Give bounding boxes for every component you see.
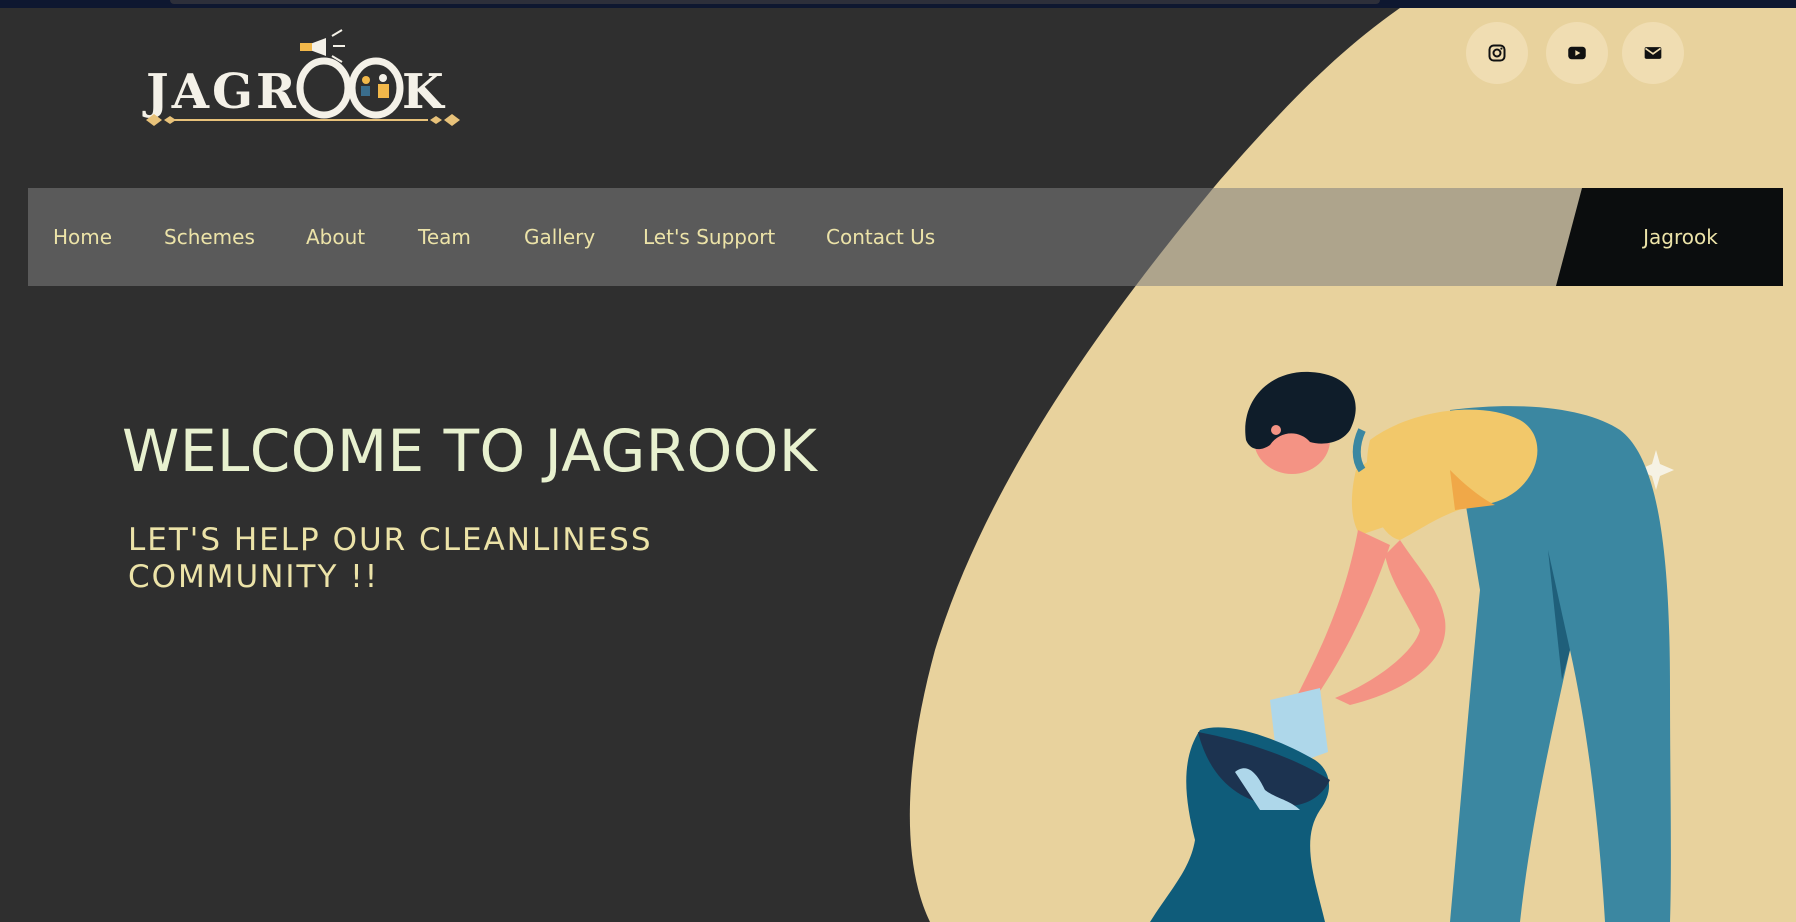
nav-contact-us[interactable]: Contact Us bbox=[826, 188, 935, 286]
nav-brand-tab[interactable]: Jagrook bbox=[1556, 188, 1783, 286]
instagram-icon bbox=[1488, 44, 1506, 62]
hero-tagline: LET'S HELP OUR CLEANLINESS COMMUNITY !! bbox=[128, 522, 768, 596]
envelope-icon bbox=[1644, 47, 1662, 59]
instagram-button[interactable] bbox=[1466, 22, 1528, 84]
email-button[interactable] bbox=[1622, 22, 1684, 84]
hero-title: WELCOME TO JAGROOK bbox=[122, 416, 818, 485]
hero-tagline-line1: LET'S HELP OUR CLEANLINESS bbox=[128, 522, 653, 558]
worker-icon bbox=[361, 74, 389, 98]
svg-text:K: K bbox=[402, 64, 446, 120]
nav-about[interactable]: About bbox=[306, 188, 365, 286]
nav-schemes[interactable]: Schemes bbox=[164, 188, 255, 286]
svg-text:JAGR: JAGR bbox=[142, 64, 299, 120]
nav-team[interactable]: Team bbox=[418, 188, 471, 286]
youtube-icon bbox=[1568, 46, 1586, 60]
logo-graphic: JAGR K bbox=[142, 29, 460, 126]
nav-gallery[interactable]: Gallery bbox=[524, 188, 595, 286]
nav-brand-label: Jagrook bbox=[1643, 225, 1718, 249]
nav-lets-support[interactable]: Let's Support bbox=[643, 188, 775, 286]
hero-tagline-line2: COMMUNITY !! bbox=[128, 559, 380, 595]
megaphone-icon bbox=[300, 29, 345, 63]
cleaning-person-illustration bbox=[1150, 371, 1674, 922]
youtube-button[interactable] bbox=[1546, 22, 1608, 84]
main-navigation: Home Schemes About Team Gallery Let's Su… bbox=[28, 188, 1783, 286]
nav-home[interactable]: Home bbox=[53, 188, 112, 286]
site-logo[interactable]: JAGR K bbox=[140, 26, 460, 136]
